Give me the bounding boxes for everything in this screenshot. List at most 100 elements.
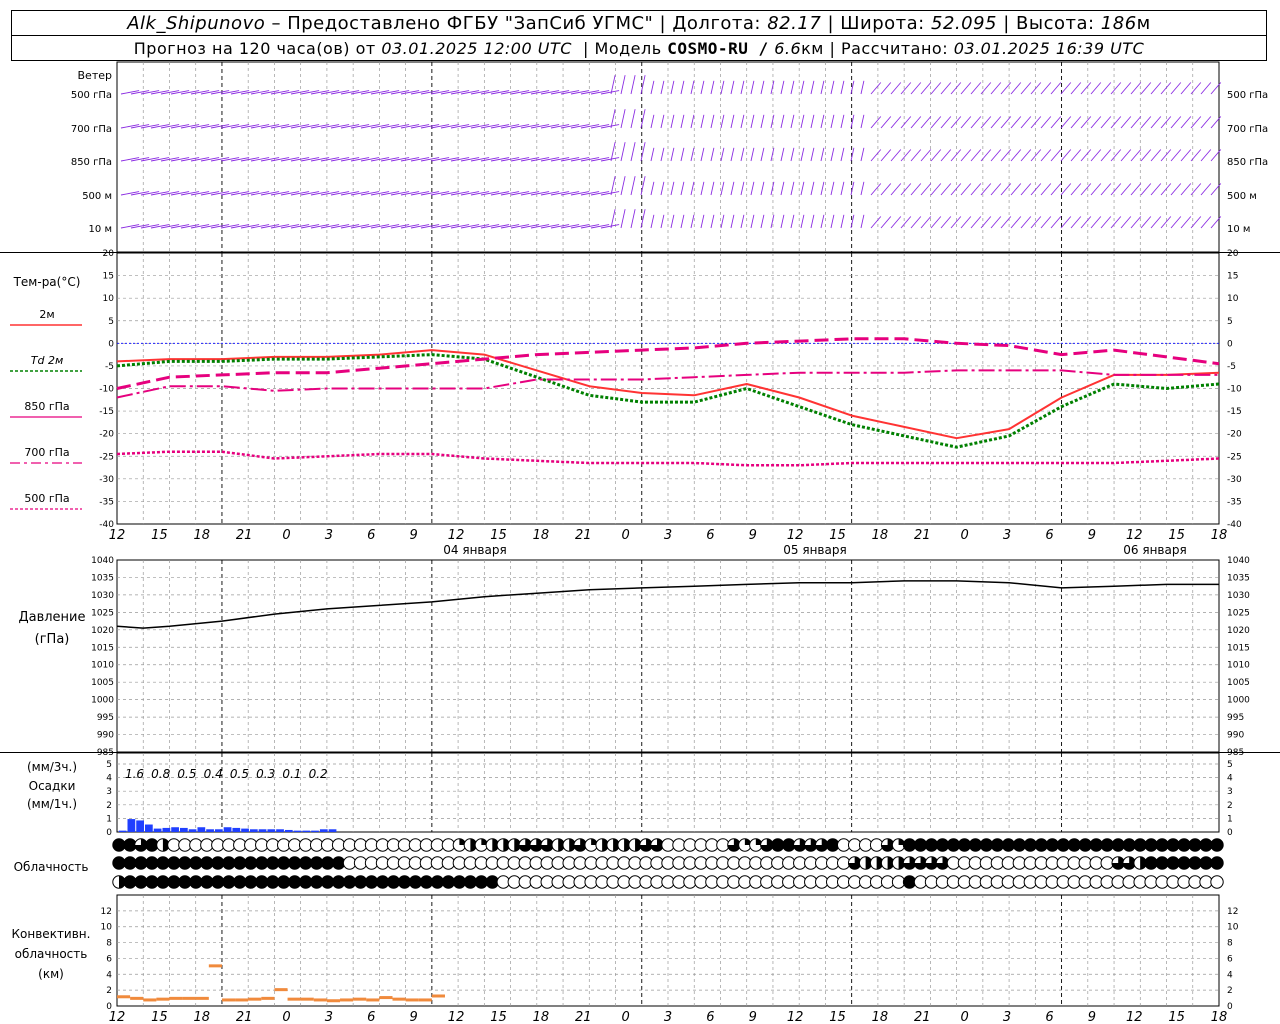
wind-barb	[220, 191, 240, 196]
wind-barb	[760, 80, 765, 95]
wind-barb	[1140, 149, 1152, 162]
wind-barb	[170, 124, 190, 129]
wind-barb	[380, 124, 400, 129]
wind-barb	[1080, 82, 1092, 95]
wind-barb	[730, 214, 735, 229]
wind-barb	[980, 216, 992, 229]
precip-tick-right: 4	[1227, 774, 1233, 784]
temp-tick-left: 20	[103, 249, 115, 259]
hour-tick-bottom: 9	[749, 1010, 757, 1024]
precip-bar	[179, 827, 188, 832]
convective-bar	[130, 996, 144, 1000]
precip-tick-right: 0	[1227, 828, 1233, 838]
wind-barb	[470, 90, 490, 95]
wind-barb	[780, 114, 785, 129]
wind-barb	[560, 191, 580, 196]
precip-3h-label: 1.6	[125, 767, 144, 781]
wind-barb	[980, 149, 992, 162]
wind-barb	[1170, 183, 1182, 196]
wind-barb	[820, 114, 825, 129]
hour-tick: 12	[448, 528, 465, 543]
wind-barb	[270, 124, 290, 129]
wind-barb	[720, 114, 725, 129]
wind-barb	[330, 224, 350, 229]
wind-barb	[1070, 216, 1082, 229]
precip-bar	[206, 829, 214, 832]
wind-barb	[1010, 82, 1022, 95]
hour-tick-bottom: 18	[533, 1010, 550, 1024]
hour-tick: 12	[787, 528, 804, 543]
convective-bar	[169, 996, 183, 1000]
temp-legend-label: Td 2м	[31, 354, 64, 367]
wind-barb	[580, 90, 600, 95]
wind-barb	[340, 90, 360, 95]
wind-barb	[880, 116, 892, 129]
wind-barb	[1140, 183, 1152, 196]
wind-barb	[660, 181, 665, 196]
wind-barb	[870, 82, 882, 95]
wind-barb	[750, 181, 755, 196]
wind-barb	[530, 224, 550, 229]
wind-level-label: 10 м	[89, 224, 112, 235]
wind-barb	[420, 157, 440, 162]
hour-tick-bottom: 21	[236, 1010, 253, 1024]
cloud-circle	[1210, 875, 1224, 889]
pressure-tick-left: 1040	[91, 556, 114, 566]
wind-barb	[450, 224, 470, 229]
wind-barb	[1130, 82, 1142, 95]
cloud-circle	[1210, 856, 1224, 870]
wind-barb	[660, 80, 665, 95]
wind-barb	[520, 191, 540, 196]
wind-barb	[1030, 216, 1042, 229]
wind-barb	[1110, 116, 1122, 129]
wind-barb	[490, 191, 510, 196]
wind-barb	[900, 149, 912, 162]
wind-barb	[620, 109, 626, 129]
wind-barb	[1040, 149, 1052, 162]
wind-barb	[160, 90, 180, 95]
precip-bar	[284, 829, 293, 832]
precip-tick-left: 1	[106, 814, 112, 824]
wind-barb	[240, 124, 260, 129]
wind-barb	[310, 124, 330, 129]
wind-barb	[510, 224, 530, 229]
wind-barb	[1200, 183, 1212, 196]
precip-bar	[302, 830, 311, 832]
wind-barb	[230, 224, 250, 229]
wind-barb	[260, 124, 280, 129]
wind-barb	[180, 124, 200, 129]
wind-barb	[490, 90, 510, 95]
wind-barb	[1140, 82, 1152, 95]
wind-barb	[670, 214, 675, 229]
wind-barb	[530, 90, 550, 95]
wind-barb	[940, 149, 952, 162]
wind-barb	[600, 157, 620, 162]
wind-barb	[230, 124, 250, 129]
wind-barb	[340, 224, 360, 229]
precip-tick-left: 0	[106, 828, 112, 838]
wind-barb	[250, 90, 270, 95]
temp-tick-left: -30	[99, 475, 114, 485]
wind-barb	[140, 90, 160, 95]
meteogram-chart: 20 2015 1510 105 50 0-5 -5-10 -10-15 -15-20 -20-2…	[0, 61, 1280, 1024]
wind-barb	[480, 124, 500, 129]
wind-barb	[690, 114, 695, 129]
wind-barb	[1130, 183, 1142, 196]
wind-barb	[390, 157, 410, 162]
precip-tick-left: 4	[106, 774, 112, 784]
wind-barb	[1110, 149, 1122, 162]
wind-barb	[960, 116, 972, 129]
wind-barb	[760, 181, 765, 196]
hour-tick-bottom: 3	[1003, 1010, 1011, 1024]
wind-barb	[880, 216, 892, 229]
wind-barb	[450, 191, 470, 196]
wind-barb	[960, 183, 972, 196]
wind-barb	[260, 191, 280, 196]
wind-barb	[210, 90, 230, 95]
conv-tick-right: 2	[1227, 986, 1233, 996]
wind-barb	[1010, 149, 1022, 162]
wind-barb	[270, 90, 290, 95]
wind-barb	[1060, 183, 1072, 196]
wind-barb	[300, 124, 320, 129]
wind-barb	[130, 124, 150, 129]
